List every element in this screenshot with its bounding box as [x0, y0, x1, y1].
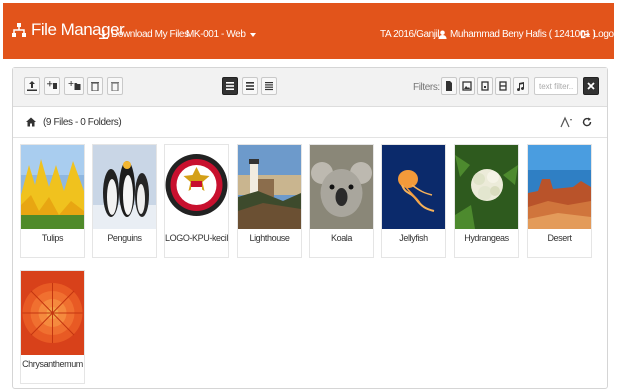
file-tile-lighthouse[interactable]: Lighthouse [237, 144, 302, 258]
desert-image [528, 145, 591, 229]
view-list-button[interactable] [242, 77, 258, 95]
file-name: Hydrangeas [464, 233, 509, 243]
user-label: Muhammad Beny Hafis ( 1241001 ) [450, 29, 596, 40]
file-thumbnail [238, 145, 301, 229]
add-file-icon [47, 81, 57, 89]
chrysanthemum-image [21, 271, 84, 355]
file-name: Desert [547, 233, 572, 243]
course-label: MK-001 - Web [186, 29, 246, 40]
view-large-icons-button[interactable] [222, 77, 238, 95]
term-label: TA 2016/Ganjil [380, 29, 440, 40]
file-name: Penguins [107, 233, 142, 243]
view-details-button[interactable] [261, 77, 277, 95]
clear-button[interactable] [107, 77, 123, 95]
filter-archives-button[interactable] [477, 77, 493, 95]
file-thumbnail [528, 145, 591, 229]
upload-button[interactable] [24, 77, 40, 95]
file-name: Lighthouse [249, 233, 290, 243]
toolbar: Filters: [13, 68, 607, 107]
list-icon [246, 82, 254, 90]
filter-documents-button[interactable] [441, 77, 457, 95]
logo-kpu-image [165, 145, 228, 229]
top-navbar: File Manager Download My Files MK-001 - … [3, 3, 617, 59]
folder-summary: (9 Files - 0 Folders) [43, 117, 122, 128]
file-thumbnail [165, 145, 228, 229]
new-file-button[interactable] [44, 77, 60, 95]
filter-video-button[interactable] [495, 77, 511, 95]
download-files-label: Download My Files [111, 29, 189, 40]
file-thumbnail [310, 145, 373, 229]
file-name: Jellyfish [399, 233, 428, 243]
details-icon [265, 82, 273, 91]
filter-images-button[interactable] [459, 77, 475, 95]
filter-music-button[interactable] [513, 77, 529, 95]
file-tile-logo-kpu-kecil[interactable]: LOGO-KPU-kecil [164, 144, 229, 258]
music-icon [517, 82, 525, 91]
delete-button[interactable] [87, 77, 103, 95]
file-thumbnail [21, 145, 84, 229]
trash-outline-icon [111, 82, 119, 91]
term-link[interactable]: TA 2016/Ganjil [380, 29, 440, 40]
lighthouse-image [238, 145, 301, 229]
user-icon [438, 30, 447, 39]
film-icon [499, 81, 507, 91]
refresh-icon[interactable] [582, 117, 592, 127]
user-link[interactable]: Muhammad Beny Hafis ( 1241001 ) [438, 29, 596, 40]
file-thumbnail [21, 271, 84, 355]
file-name: Koala [330, 233, 353, 243]
logout-label: Logout [593, 29, 617, 40]
logout-link[interactable]: Logout [581, 29, 617, 40]
upload-icon [27, 81, 37, 91]
file-tile-penguins[interactable]: Penguins [92, 144, 157, 258]
file-thumbnail [93, 145, 156, 229]
download-files-link[interactable]: Download My Files [99, 29, 189, 40]
home-icon[interactable] [26, 117, 36, 127]
koala-image [310, 145, 373, 229]
logout-icon [581, 30, 590, 39]
file-thumbnail [455, 145, 518, 229]
filters-label: Filters: [413, 82, 440, 93]
file-tile-jellyfish[interactable]: Jellyfish [381, 144, 446, 258]
text-filter-input[interactable] [534, 77, 578, 95]
file-browser-panel: Filters: (9 Files - 0 Folders) [12, 67, 608, 389]
file-tile-koala[interactable]: Koala [309, 144, 374, 258]
download-icon [99, 30, 108, 39]
clear-filter-button[interactable] [583, 77, 599, 95]
jellyfish-image [382, 145, 445, 229]
archive-icon [481, 81, 489, 91]
list-icon [226, 82, 234, 90]
file-name: LOGO-KPU-kecil [165, 233, 228, 243]
file-name: Chrysanthemum [22, 359, 83, 369]
file-tile-tulips[interactable]: Tulips [20, 144, 85, 258]
penguins-image [93, 145, 156, 229]
file-tile-chrysanthemum[interactable]: Chrysanthemum [20, 270, 85, 384]
file-tile-hydrangeas[interactable]: Hydrangeas [454, 144, 519, 258]
image-icon [462, 81, 472, 91]
file-name: Tulips [41, 233, 64, 243]
file-tile-desert[interactable]: Desert [527, 144, 592, 258]
hydrangeas-image [455, 145, 518, 229]
add-folder-icon [68, 81, 80, 90]
course-dropdown[interactable]: MK-001 - Web [186, 29, 257, 40]
file-thumbnail [382, 145, 445, 229]
close-icon [587, 82, 595, 90]
breadcrumb: (9 Files - 0 Folders) [13, 107, 607, 138]
document-icon [446, 81, 452, 91]
tulips-image [21, 145, 84, 229]
sort-icon[interactable] [559, 116, 573, 128]
trash-icon [91, 82, 99, 91]
sitemap-icon [12, 23, 26, 37]
chevron-down-icon [250, 32, 257, 37]
new-folder-button[interactable] [64, 77, 84, 95]
